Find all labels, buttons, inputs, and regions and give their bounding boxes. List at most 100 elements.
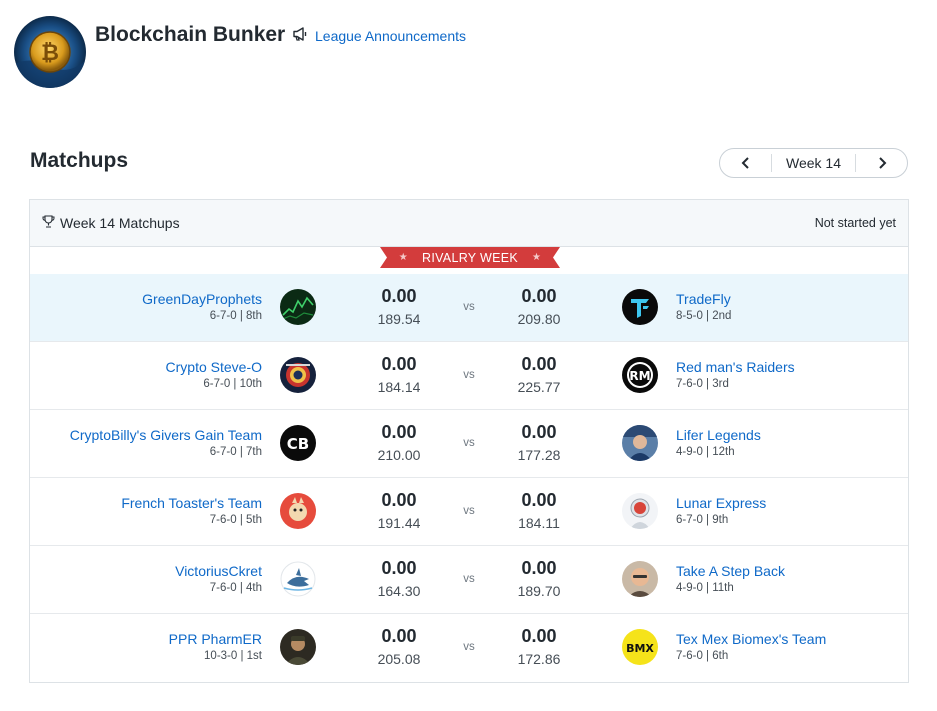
projected-points: 172.86 xyxy=(517,651,561,667)
right-score: 0.00 189.70 xyxy=(509,558,569,599)
vs-label: vs xyxy=(463,369,475,381)
left-score: 0.00 205.08 xyxy=(369,626,429,667)
team-name[interactable]: GreenDayProphets xyxy=(142,291,262,307)
points: 0.00 xyxy=(381,354,417,374)
projected-points: 164.30 xyxy=(377,583,421,599)
left-score: 0.00 210.00 xyxy=(369,422,429,463)
vs-label: vs xyxy=(463,437,475,449)
svg-text:BMX: BMX xyxy=(626,642,654,655)
team-name[interactable]: PPR PharmER xyxy=(169,631,262,647)
left-team: CryptoBilly's Givers Gain Team 6-7-0 | 7… xyxy=(70,427,262,458)
matchup-row[interactable]: CryptoBilly's Givers Gain Team 6-7-0 | 7… xyxy=(30,410,908,478)
left-team: VictoriusCkret 7-6-0 | 4th xyxy=(175,563,262,594)
team-name[interactable]: French Toaster's Team xyxy=(121,495,262,511)
previous-week-button[interactable] xyxy=(720,149,771,177)
team-name[interactable]: Red man's Raiders xyxy=(676,359,795,375)
matchup-row[interactable]: French Toaster's Team 7-6-0 | 5th 0.00 1… xyxy=(30,478,908,546)
page-title: Matchups xyxy=(30,149,129,172)
matchup-row[interactable]: GreenDayProphets 6-7-0 | 8th 0.00 189.54… xyxy=(30,274,908,342)
team-record: 6-7-0 | 7th xyxy=(209,446,262,458)
team-name[interactable]: Tex Mex Biomex's Team xyxy=(676,631,826,647)
badge-avatar[interactable] xyxy=(280,357,316,393)
left-team: PPR PharmER 10-3-0 | 1st xyxy=(169,631,262,662)
projected-points: 177.28 xyxy=(517,447,561,463)
right-team: Lifer Legends 4-9-0 | 12th xyxy=(676,427,761,458)
team-name[interactable]: Lunar Express xyxy=(676,495,766,511)
chevron-left-icon xyxy=(741,157,749,169)
team-record: 7-6-0 | 4th xyxy=(209,582,262,594)
league-logo[interactable]: ₿ xyxy=(14,16,86,88)
rivalry-week-label: RIVALRY WEEK xyxy=(422,250,518,265)
team-name[interactable]: Take A Step Back xyxy=(676,563,785,579)
green-chart-avatar[interactable] xyxy=(280,289,316,325)
projected-points: 184.11 xyxy=(518,515,560,531)
astronaut-avatar[interactable] xyxy=(622,493,658,529)
matchup-row[interactable]: VictoriusCkret 7-6-0 | 4th 0.00 164.30 v… xyxy=(30,546,908,614)
left-score: 0.00 184.14 xyxy=(369,354,429,395)
megaphone-icon xyxy=(292,26,310,45)
team-name[interactable]: Crypto Steve-O xyxy=(166,359,262,375)
points: 0.00 xyxy=(521,490,557,510)
points: 0.00 xyxy=(521,558,557,578)
rm-logo-avatar[interactable]: RM xyxy=(622,357,658,393)
projected-points: 210.00 xyxy=(377,447,421,463)
star-icon: ★ xyxy=(532,252,542,263)
cartoon-avatar[interactable] xyxy=(280,493,316,529)
team-record: 6-7-0 | 8th xyxy=(209,310,262,322)
right-score: 0.00 225.77 xyxy=(509,354,569,395)
league-announcements-label: League Announcements xyxy=(315,27,467,44)
status-text: Not started yet xyxy=(814,216,896,230)
portrait-avatar[interactable] xyxy=(280,629,316,665)
right-team: Tex Mex Biomex's Team 7-6-0 | 6th xyxy=(676,631,826,662)
team-record: 4-9-0 | 11th xyxy=(676,582,734,594)
right-score: 0.00 172.86 xyxy=(509,626,569,667)
league-announcements-link[interactable]: League Announcements xyxy=(292,26,466,45)
matchups-panel: Week 14 Matchups Not started yet ★ RIVAL… xyxy=(29,199,909,683)
team-name[interactable]: VictoriusCkret xyxy=(175,563,262,579)
matchup-row[interactable]: Crypto Steve-O 6-7-0 | 10th 0.00 184.14 … xyxy=(30,342,908,410)
team-record: 6-7-0 | 10th xyxy=(203,378,262,390)
projected-points: 184.14 xyxy=(377,379,421,395)
vs-label: vs xyxy=(463,573,475,585)
panel-title: Week 14 Matchups xyxy=(60,215,180,231)
right-team: Take A Step Back 4-9-0 | 11th xyxy=(676,563,785,594)
projected-points: 205.08 xyxy=(377,651,421,667)
points: 0.00 xyxy=(521,626,557,646)
left-score: 0.00 189.54 xyxy=(369,286,429,327)
photo-avatar[interactable] xyxy=(622,425,658,461)
vs-label: vs xyxy=(463,301,475,313)
trophy-icon xyxy=(42,215,55,231)
cb-logo-avatar[interactable]: CB xyxy=(280,425,316,461)
league-header: ₿ xyxy=(14,15,86,89)
team-record: 7-6-0 | 3rd xyxy=(676,378,729,390)
team-name[interactable]: TradeFly xyxy=(676,291,731,307)
svg-text:₿: ₿ xyxy=(41,41,59,66)
svg-text:CB: CB xyxy=(287,435,309,453)
current-week-label[interactable]: Week 14 xyxy=(771,154,856,172)
right-team: TradeFly 8-5-0 | 2nd xyxy=(676,291,731,322)
team-name[interactable]: Lifer Legends xyxy=(676,427,761,443)
vs-label: vs xyxy=(463,641,475,653)
next-week-button[interactable] xyxy=(856,149,907,177)
points: 0.00 xyxy=(521,354,557,374)
points: 0.00 xyxy=(381,558,417,578)
panel-title-group: Week 14 Matchups xyxy=(42,215,180,231)
svg-text:RM: RM xyxy=(629,369,650,383)
left-score: 0.00 164.30 xyxy=(369,558,429,599)
bmx-logo-avatar[interactable]: BMX xyxy=(622,629,658,665)
right-score: 0.00 177.28 xyxy=(509,422,569,463)
points: 0.00 xyxy=(381,626,417,646)
team-name[interactable]: CryptoBilly's Givers Gain Team xyxy=(70,427,262,443)
week-selector: Week 14 xyxy=(719,148,908,178)
shark-avatar[interactable] xyxy=(280,561,316,597)
left-team: Crypto Steve-O 6-7-0 | 10th xyxy=(166,359,262,390)
team-record: 6-7-0 | 9th xyxy=(676,514,729,526)
points: 0.00 xyxy=(381,490,417,510)
face-photo-avatar[interactable] xyxy=(622,561,658,597)
matchup-row[interactable]: PPR PharmER 10-3-0 | 1st 0.00 205.08 vs … xyxy=(30,614,908,682)
projected-points: 191.44 xyxy=(377,515,421,531)
right-score: 0.00 184.11 xyxy=(509,490,569,531)
team-record: 8-5-0 | 2nd xyxy=(676,310,732,322)
tradefly-logo-avatar[interactable] xyxy=(622,289,658,325)
star-icon: ★ xyxy=(398,252,408,263)
